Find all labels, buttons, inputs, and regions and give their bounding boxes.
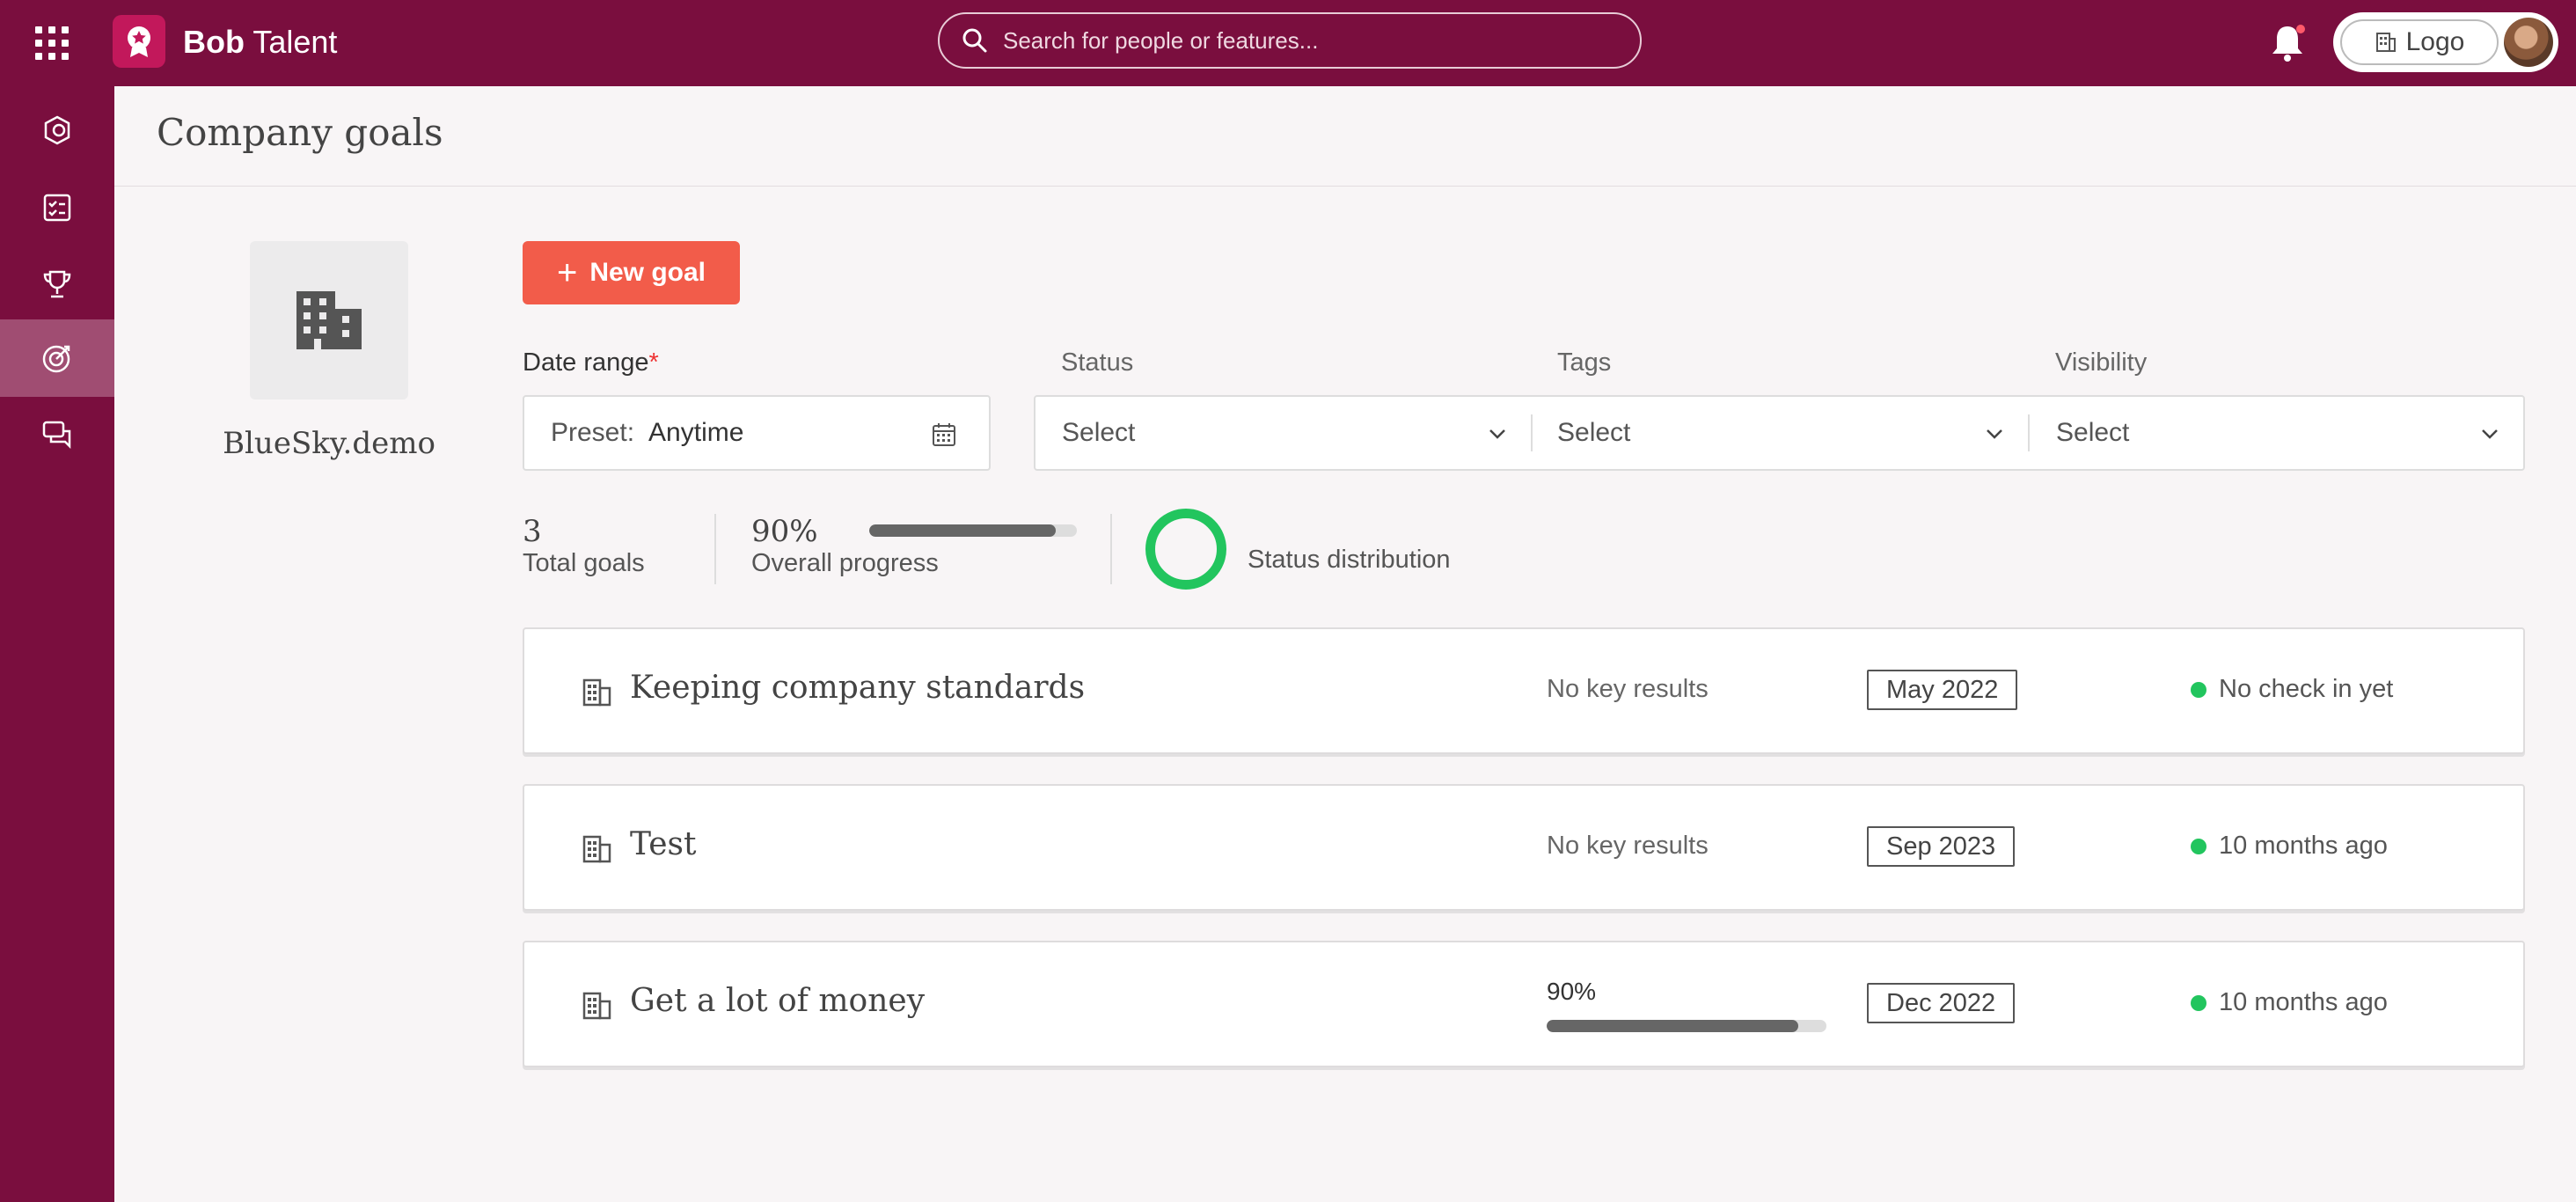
calendar-icon[interactable] <box>931 421 957 448</box>
trophy-icon <box>43 270 71 298</box>
goal-key-results: No key results <box>1547 675 1709 703</box>
filter-selects: Select Select Select <box>1034 395 2525 471</box>
sidebar <box>0 86 114 1202</box>
total-goals-label: Total goals <box>523 549 645 577</box>
goal-progress-bar <box>1547 1020 1826 1032</box>
date-range-label: Date range* <box>523 348 659 377</box>
building-icon <box>296 291 362 349</box>
status-dot <box>2191 994 2206 1011</box>
goal-key-results: No key results <box>1547 832 1709 860</box>
sidebar-item-conversations[interactable] <box>0 396 114 473</box>
sidebar-item-goals[interactable] <box>0 319 114 397</box>
total-goals-value: 3 <box>523 514 542 549</box>
date-range-value: Anytime <box>648 418 744 447</box>
divider <box>1110 514 1112 584</box>
search-icon <box>957 23 992 58</box>
preset-label: Preset: <box>551 418 635 447</box>
tags-select[interactable]: Select <box>1533 397 2028 469</box>
new-goal-label: New goal <box>589 258 706 287</box>
status-distribution-chart[interactable] <box>1145 509 1226 590</box>
sidebar-item-achievements[interactable] <box>0 246 114 324</box>
chevron-down-icon <box>1489 429 1505 439</box>
tags-select-value: Select <box>1557 418 1631 447</box>
plus-icon: + <box>556 253 578 292</box>
goal-progress-value: 90% <box>1547 978 1597 1005</box>
search-input[interactable] <box>1003 26 1601 55</box>
org-name: BlueSky.demo <box>223 426 435 461</box>
status-distribution-label: Status distribution <box>1248 546 1451 574</box>
sidebar-item-badge[interactable] <box>0 92 114 169</box>
target-icon <box>42 345 70 373</box>
status-select-value: Select <box>1062 418 1136 447</box>
goal-title[interactable]: Keeping company standards <box>630 670 1085 706</box>
goal-status: 10 months ago <box>2191 988 2388 1017</box>
goal-status-text: 10 months ago <box>2219 988 2388 1016</box>
goal-date-badge: May 2022 <box>1867 670 2018 710</box>
apps-grid-icon[interactable] <box>35 26 69 60</box>
company-logo-button[interactable]: Logo <box>2340 19 2499 65</box>
overall-progress-bar <box>869 524 1077 537</box>
visibility-select-value: Select <box>2056 418 2130 447</box>
date-range-picker[interactable]: Preset: Anytime <box>523 395 991 471</box>
goal-status: 10 months ago <box>2191 832 2388 861</box>
overall-progress-label: Overall progress <box>751 549 939 577</box>
divider <box>714 514 716 584</box>
building-icon <box>582 835 611 863</box>
account-area: Logo <box>2333 12 2558 72</box>
user-avatar[interactable] <box>2504 18 2553 67</box>
company-logo-label: Logo <box>2405 27 2465 56</box>
building-icon <box>2375 33 2396 52</box>
page-title: Company goals <box>157 111 443 154</box>
notifications-bell-icon[interactable] <box>2268 21 2307 63</box>
goal-date-badge: Sep 2023 <box>1867 826 2016 867</box>
status-dot <box>2191 838 2206 854</box>
top-bar: Bob Talent Logo <box>0 0 2576 86</box>
building-icon <box>582 992 611 1020</box>
overall-progress-value: 90% <box>751 514 818 549</box>
goal-status-text: 10 months ago <box>2219 832 2388 860</box>
goal-row[interactable]: Keeping company standards No key results… <box>523 627 2525 754</box>
goal-title[interactable]: Get a lot of money <box>630 983 925 1019</box>
page-header: Company goals <box>114 86 2576 187</box>
badge-icon <box>44 115 70 145</box>
building-icon <box>582 678 611 707</box>
app-name: Bob Talent <box>183 24 338 60</box>
goal-status: No check in yet <box>2191 675 2393 704</box>
visibility-select[interactable]: Select <box>2030 397 2523 469</box>
goal-date-badge: Dec 2022 <box>1867 983 2016 1023</box>
new-goal-button[interactable]: + New goal <box>523 241 740 304</box>
org-avatar <box>250 241 408 399</box>
goal-row[interactable]: Test No key results Sep 2023 10 months a… <box>523 784 2525 911</box>
search-bar[interactable] <box>938 12 1642 69</box>
status-filter-label: Status <box>1061 348 1134 377</box>
brand-logo-icon[interactable] <box>113 15 165 68</box>
sidebar-item-tasks[interactable] <box>0 169 114 246</box>
notification-badge <box>2296 25 2305 33</box>
goal-row[interactable]: Get a lot of money 90% Dec 2022 10 month… <box>523 941 2525 1067</box>
status-select[interactable]: Select <box>1036 397 1531 469</box>
chevron-down-icon <box>2482 429 2498 439</box>
chevron-down-icon <box>1987 429 2002 439</box>
goal-title[interactable]: Test <box>630 826 696 862</box>
tags-filter-label: Tags <box>1557 348 1612 377</box>
chat-icon <box>42 421 71 450</box>
goal-progress-fill <box>1547 1020 1799 1032</box>
checklist-icon <box>43 194 71 222</box>
overall-progress-fill <box>869 524 1057 537</box>
status-dot <box>2191 681 2206 698</box>
goal-status-text: No check in yet <box>2219 675 2394 703</box>
visibility-filter-label: Visibility <box>2055 348 2148 377</box>
